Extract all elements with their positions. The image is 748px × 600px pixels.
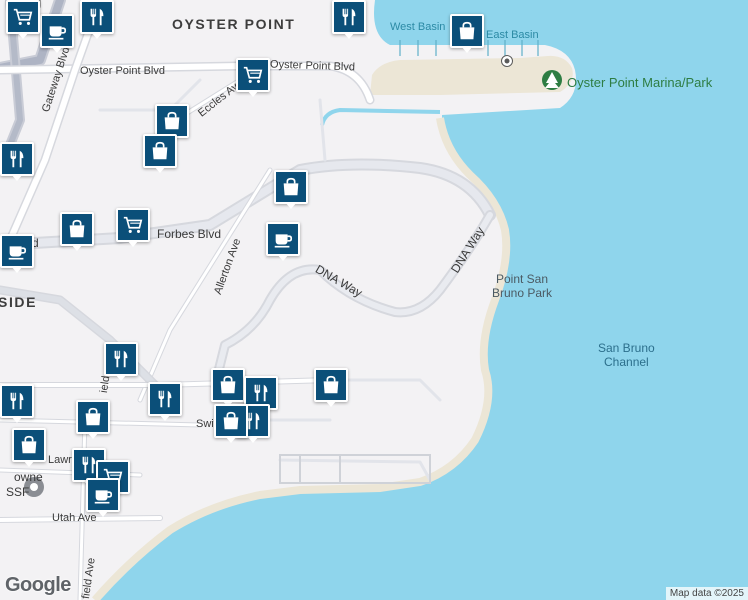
cafe-icon	[46, 20, 68, 42]
restaurant-icon	[250, 382, 272, 404]
road-label-forbes-blvd: Forbes Blvd	[157, 227, 222, 241]
poi-label-oyster-point-marina[interactable]: Oyster Point Marina/Park	[567, 75, 712, 90]
park-label-point-san-bruno[interactable]: Point San Bruno Park	[492, 272, 552, 300]
water-label-east-basin: East Basin	[486, 29, 539, 41]
restaurant-icon	[110, 348, 132, 370]
grocery-icon	[242, 64, 264, 86]
poi-marker-grocery-6[interactable]	[236, 58, 270, 97]
shopping-icon	[82, 406, 104, 428]
ferry-icon[interactable]	[501, 55, 513, 67]
poi-marker-shopping-24[interactable]	[12, 428, 46, 467]
shopping-icon	[18, 434, 40, 456]
cafe-icon	[92, 484, 114, 506]
poi-marker-restaurant-2[interactable]	[80, 0, 114, 39]
poi-marker-restaurant-20[interactable]	[0, 384, 34, 423]
cafe-icon	[272, 228, 294, 250]
poi-marker-cafe-27[interactable]	[86, 478, 120, 517]
restaurant-icon	[86, 6, 108, 28]
poi-marker-shopping-8[interactable]	[143, 134, 177, 173]
poi-marker-restaurant-18[interactable]	[148, 382, 182, 421]
restaurant-icon	[154, 388, 176, 410]
shopping-icon	[161, 110, 183, 132]
shopping-icon	[217, 374, 239, 396]
poi-marker-grocery-3[interactable]	[6, 0, 40, 39]
poi-label-ssf-2: SSF	[6, 485, 30, 499]
poi-marker-cafe-1[interactable]	[40, 14, 74, 53]
poi-marker-shopping-10[interactable]	[274, 170, 308, 209]
area-label-side: SIDE	[0, 294, 38, 310]
poi-marker-shopping-23[interactable]	[214, 404, 248, 443]
poi-marker-restaurant-9[interactable]	[0, 142, 34, 181]
poi-marker-cafe-13[interactable]	[0, 234, 34, 273]
shopping-icon	[149, 140, 171, 162]
shopping-icon	[320, 374, 342, 396]
poi-marker-cafe-14[interactable]	[266, 222, 300, 261]
restaurant-icon	[338, 6, 360, 28]
grocery-icon	[122, 214, 144, 236]
marina-peninsula	[370, 55, 573, 95]
restaurant-icon	[6, 390, 28, 412]
poi-marker-restaurant-4[interactable]	[332, 0, 366, 39]
grocery-icon	[12, 6, 34, 28]
shopping-icon	[456, 20, 478, 42]
cafe-icon	[6, 240, 28, 262]
poi-marker-shopping-11[interactable]	[60, 212, 94, 251]
map-attribution[interactable]: Map data ©2025	[665, 587, 748, 600]
poi-label-ssf-1: owne	[14, 470, 43, 484]
poi-marker-shopping-16[interactable]	[211, 368, 245, 407]
google-logo: Google	[5, 574, 71, 596]
shopping-icon	[280, 176, 302, 198]
poi-marker-shopping-5[interactable]	[450, 14, 484, 53]
area-label-oyster-point: OYSTER POINT	[172, 16, 296, 32]
restaurant-icon	[6, 148, 28, 170]
poi-marker-shopping-7[interactable]	[155, 104, 189, 143]
road-label-oyster-point-blvd-west: Oyster Point Blvd	[80, 65, 165, 77]
water-label-west-basin: West Basin	[390, 21, 446, 33]
road-label-utah-ave: Utah Ave	[52, 512, 97, 524]
poi-marker-shopping-21[interactable]	[76, 400, 110, 439]
park-icon[interactable]	[542, 70, 562, 90]
shopping-icon	[220, 410, 242, 432]
poi-marker-restaurant-15[interactable]	[104, 342, 138, 381]
poi-marker-shopping-19[interactable]	[314, 368, 348, 407]
road-label-field-partial-north: ield	[98, 375, 113, 394]
poi-marker-grocery-12[interactable]	[116, 208, 150, 247]
shopping-icon	[66, 218, 88, 240]
water-label-san-bruno-channel: San Bruno Channel	[598, 341, 655, 369]
